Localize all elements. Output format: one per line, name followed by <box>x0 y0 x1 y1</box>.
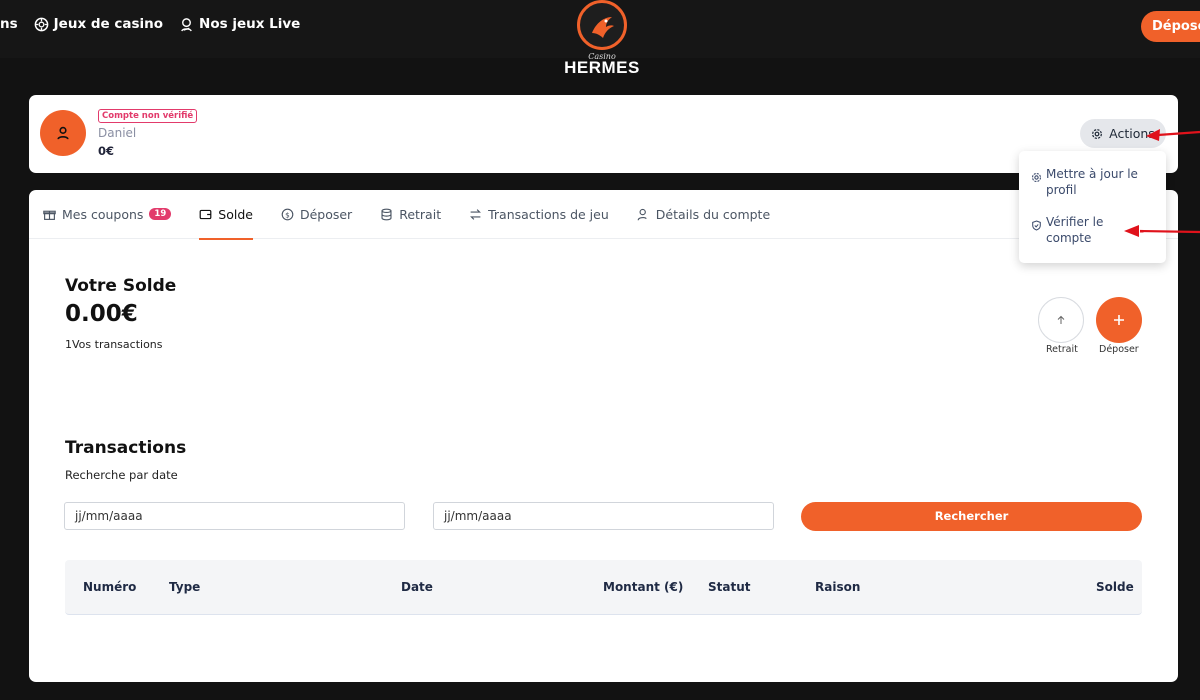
tab-deposit-label: Déposer <box>299 206 353 222</box>
tab-game-transactions-label: Transactions de jeu <box>488 206 609 222</box>
wallet-icon <box>199 209 212 219</box>
transactions-table-header: Numéro Type Date Montant (€) Statut Rais… <box>65 560 1142 615</box>
swap-icon <box>470 208 482 220</box>
balance-title: Votre Solde <box>65 276 177 296</box>
gear-icon <box>1031 172 1042 183</box>
column-amount: Montant (€) <box>603 580 684 594</box>
menu-item-verify-account-label: Vérifier le compte <box>1046 215 1104 245</box>
annotation-arrow-verify <box>1124 225 1200 237</box>
avatar[interactable] <box>40 110 86 156</box>
balance-subtitle: 1Vos transactions <box>65 338 163 351</box>
user-avatar-icon <box>57 126 69 140</box>
transactions-title: Transactions <box>65 438 187 458</box>
nav-item-casino-games[interactable]: Jeux de casino <box>34 16 163 32</box>
dollar-circle-icon: $ <box>281 208 294 220</box>
account-unverified-badge: Compte non vérifié <box>98 109 198 123</box>
withdraw-circle-label: Retrait <box>1046 344 1078 355</box>
tab-deposit[interactable]: $ Déposer <box>281 190 352 239</box>
user-icon <box>637 208 647 220</box>
coupon-count-badge: 19 <box>149 208 172 220</box>
date-search-label: Recherche par date <box>65 468 178 482</box>
column-number: Numéro <box>83 580 137 594</box>
main-nav: ns Jeux de casino Nos jeux Live <box>0 16 316 32</box>
column-status: Statut <box>708 580 751 594</box>
tab-account-details[interactable]: Détails du compte <box>637 190 770 239</box>
actions-dropdown-menu: Mettre à jour le profil Vérifier le compte <box>1019 151 1166 263</box>
deposit-circle-button[interactable] <box>1096 297 1142 343</box>
date-to-input[interactable]: jj/mm/aaaa <box>433 502 774 530</box>
tab-coupons[interactable]: Mes coupons 19 <box>43 190 172 239</box>
tab-coupons-label: Mes coupons <box>62 206 144 222</box>
tab-withdraw-label: Retrait <box>399 206 442 222</box>
tab-account-details-label: Détails du compte <box>655 206 771 222</box>
gear-icon <box>1092 128 1103 139</box>
plus-icon <box>1114 315 1124 325</box>
balance-amount: 0.00€ <box>65 301 138 327</box>
hermes-emblem-icon <box>577 0 627 50</box>
column-reason: Raison <box>815 580 861 594</box>
deposit-circle-label: Déposer <box>1099 344 1139 355</box>
tab-withdraw[interactable]: Retrait <box>380 190 441 239</box>
gift-icon <box>43 210 56 220</box>
casino-chip-icon <box>34 17 48 31</box>
tab-balance-label: Solde <box>218 206 253 222</box>
nav-item-live-games-label: Nos jeux Live <box>199 16 301 32</box>
search-button[interactable]: Rechercher <box>801 502 1142 531</box>
user-name: Daniel <box>98 126 137 140</box>
menu-item-verify-account[interactable]: Vérifier le compte <box>1031 214 1103 246</box>
column-type: Type <box>169 580 201 594</box>
column-balance: Solde <box>1096 580 1134 594</box>
profile-card: Compte non vérifié Daniel 0€ Actions <box>29 95 1178 173</box>
shield-icon <box>1032 220 1041 231</box>
date-from-input[interactable]: jj/mm/aaaa <box>64 502 405 530</box>
svg-text:$: $ <box>285 210 290 219</box>
user-balance: 0€ <box>98 144 115 158</box>
tab-game-transactions[interactable]: Transactions de jeu <box>469 190 609 239</box>
nav-item-partial-label: ns <box>0 16 18 32</box>
nav-item-partial[interactable]: ns <box>0 16 18 32</box>
annotation-arrow-actions <box>1146 129 1200 141</box>
account-main-card: Mes coupons 19 Solde $ Déposer Retrait T… <box>29 190 1178 682</box>
menu-item-update-profile[interactable]: Mettre à jour le profil <box>1031 166 1138 198</box>
nav-item-live-games[interactable]: Nos jeux Live <box>179 16 300 32</box>
account-tabs: Mes coupons 19 Solde $ Déposer Retrait T… <box>29 190 1178 240</box>
tab-balance[interactable]: Solde <box>199 190 253 240</box>
nav-item-casino-games-label: Jeux de casino <box>53 16 164 32</box>
menu-item-update-profile-label: Mettre à jour le profil <box>1046 167 1138 197</box>
deposit-header-button[interactable]: Déposer <box>1141 11 1200 42</box>
logo-wordmark: HERMES <box>564 58 640 77</box>
withdraw-circle-button[interactable] <box>1038 297 1084 343</box>
column-date: Date <box>401 580 433 594</box>
live-dealer-icon <box>181 17 192 31</box>
casino-hermes-logo[interactable]: Casino HERMES <box>564 0 640 82</box>
top-navbar: ns Jeux de casino Nos jeux Live Casino H… <box>0 0 1200 76</box>
arrow-up-icon <box>1057 315 1065 324</box>
database-icon <box>381 208 392 220</box>
